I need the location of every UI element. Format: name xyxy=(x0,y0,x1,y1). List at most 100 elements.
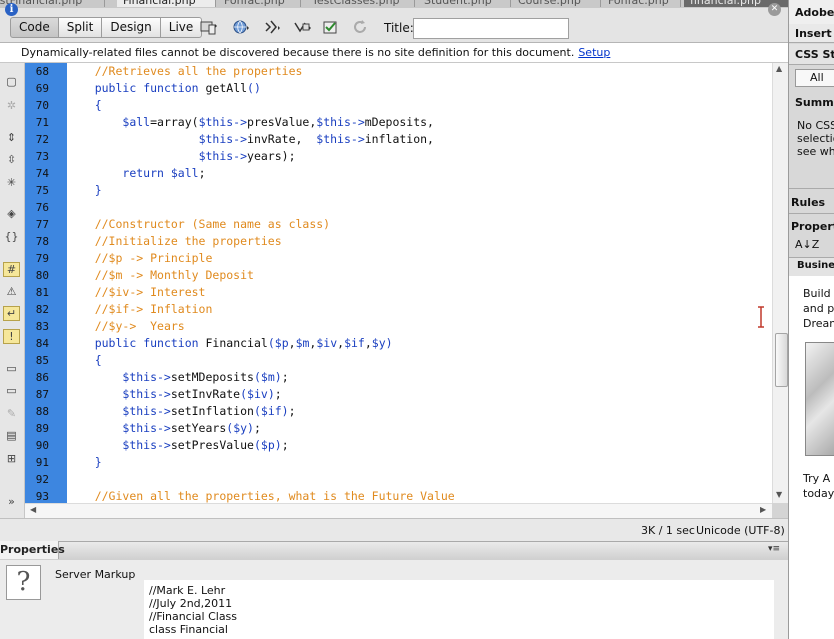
code-editor[interactable]: //Retrieves all the properties public fu… xyxy=(67,63,772,503)
scroll-left-icon[interactable]: ◀ xyxy=(30,505,36,514)
file-tab[interactable]: Fonfac.php xyxy=(218,0,301,7)
code-line[interactable]: $this->setPresValue($p); xyxy=(67,437,288,454)
move-css-icon[interactable]: ⊞ xyxy=(4,452,19,465)
code-line[interactable]: //Given all the properties, what is the … xyxy=(67,488,455,503)
vertical-scrollbar[interactable] xyxy=(772,63,789,503)
css-styles-tab[interactable]: CSS Styl xyxy=(795,48,834,61)
code-line[interactable]: $this->setInflation($if); xyxy=(67,403,295,420)
scroll-down-icon[interactable]: ▼ xyxy=(776,490,782,499)
code-line[interactable]: } xyxy=(67,182,102,199)
code-line[interactable]: //$iv-> Interest xyxy=(67,284,206,301)
document-title-input[interactable] xyxy=(413,18,569,39)
all-button[interactable]: All xyxy=(795,69,834,87)
file-tab[interactable]: Financial.php xyxy=(117,0,216,7)
file-tab[interactable]: TestClasses.php xyxy=(306,0,415,7)
sort-az-icon[interactable]: A↓Z xyxy=(795,238,819,251)
download-size: 3K / 1 sec xyxy=(641,524,695,537)
apply-comment-icon[interactable]: ▭ xyxy=(4,362,19,375)
word-wrap-icon[interactable]: ↵ xyxy=(3,306,20,321)
more-icon[interactable]: » xyxy=(4,495,19,508)
show-code-navigator-icon[interactable]: ✲ xyxy=(4,99,19,112)
close-icon[interactable]: ✕ xyxy=(768,3,781,16)
expand-all-icon[interactable]: ✳ xyxy=(4,176,19,189)
code-line[interactable]: $all=array($this->presValue,$this->mDepo… xyxy=(67,114,434,131)
business-panel xyxy=(789,276,834,639)
line-number: 77 xyxy=(35,218,49,231)
insert-tab[interactable]: Insert xyxy=(795,27,832,40)
text-cursor-icon xyxy=(758,306,764,328)
file-tab[interactable]: Student.php xyxy=(418,0,511,7)
visual-aids-icon[interactable] xyxy=(294,19,312,35)
scroll-up-icon[interactable]: ▲ xyxy=(776,64,782,73)
encoding-indicator: Unicode (UTF-8) xyxy=(696,524,785,537)
business-tab[interactable]: Business xyxy=(797,260,834,271)
view-buttons: Code Split Design Live xyxy=(10,17,203,38)
file-management-icon[interactable] xyxy=(264,19,282,35)
file-tab[interactable]: Course.php xyxy=(512,0,601,7)
line-number: 91 xyxy=(35,456,49,469)
preview-browser-icon[interactable] xyxy=(232,19,250,35)
line-number-gutter: 68 69 70 71 72 73 74 75 76 77 78 79 80 81 82 83 84 85 86 87… xyxy=(25,63,67,503)
syntax-error-alerts-icon[interactable]: ! xyxy=(3,329,20,344)
code-line[interactable]: $this->years); xyxy=(67,148,296,165)
horizontal-scrollbar[interactable] xyxy=(25,503,772,518)
code-line[interactable]: { xyxy=(67,97,102,114)
live-view-button[interactable]: Live xyxy=(159,17,203,38)
adobe-panel-title[interactable]: Adobe B xyxy=(795,6,834,19)
vertical-scroll-thumb[interactable] xyxy=(775,333,788,387)
line-number: 74 xyxy=(35,167,49,180)
code-line[interactable]: $this->setYears($y); xyxy=(67,420,261,437)
select-parent-tag-icon[interactable]: ◈ xyxy=(4,207,19,220)
code-line[interactable]: //$y-> Years xyxy=(67,318,185,335)
all-button-label: All xyxy=(810,71,824,84)
line-number: 79 xyxy=(35,252,49,265)
code-line[interactable]: //Retrieves all the properties xyxy=(67,63,303,80)
code-line[interactable]: return $all; xyxy=(67,165,205,182)
code-line[interactable]: //Constructor (Same name as class) xyxy=(67,216,330,233)
code-line[interactable]: $this->invRate, $this->inflation, xyxy=(67,131,434,148)
promo-text: Dream xyxy=(803,317,834,330)
balance-braces-icon[interactable]: {} xyxy=(4,230,19,243)
line-number: 87 xyxy=(35,388,49,401)
remove-comment-icon[interactable]: ▭ xyxy=(4,384,19,397)
line-numbers-icon[interactable]: # xyxy=(3,262,20,277)
recent-snippets-icon[interactable]: ▤ xyxy=(4,429,19,442)
code-line[interactable]: //$p -> Principle xyxy=(67,250,213,267)
code-line[interactable]: } xyxy=(67,454,102,471)
line-number: 70 xyxy=(35,99,49,112)
scroll-right-icon[interactable]: ▶ xyxy=(760,505,766,514)
panel-options-icon[interactable]: ▾≡ xyxy=(768,544,780,554)
code-view-button[interactable]: Code xyxy=(10,17,59,38)
collapse-full-tag-icon[interactable]: ⇕ xyxy=(4,131,19,144)
collapse-selection-icon[interactable]: ⇳ xyxy=(4,153,19,166)
properties-tab[interactable]: Properties xyxy=(0,541,65,559)
info-message: Dynamically-related files cannot be disc… xyxy=(21,46,611,59)
code-line[interactable]: { xyxy=(67,352,102,369)
file-tab[interactable]: Fonfac.php xyxy=(602,0,681,7)
setup-link[interactable]: Setup xyxy=(578,46,610,59)
refresh-icon[interactable] xyxy=(352,19,370,35)
code-line[interactable]: //$if-> Inflation xyxy=(67,301,213,318)
design-view-button[interactable]: Design xyxy=(101,17,161,38)
code-line[interactable]: //$m -> Monthly Deposit xyxy=(67,267,254,284)
no-css-text: No CSS xyxy=(797,119,834,132)
code-line[interactable]: public function getAll() xyxy=(67,80,261,97)
code-line[interactable]: public function Financial($p,$m,$iv,$if,… xyxy=(67,335,393,352)
split-view-button[interactable]: Split xyxy=(57,17,103,38)
multiscreen-icon[interactable] xyxy=(200,19,218,35)
line-number: 78 xyxy=(35,235,49,248)
promo-text: Build xyxy=(803,287,831,300)
line-number: 75 xyxy=(35,184,49,197)
coding-toolbar: ▢ ✲ ⇕ ⇳ ✳ ◈ {} # ⚠ ↵ ! ▭ ▭ ✎ ▤ ⊞ » xyxy=(0,63,25,518)
open-documents-icon[interactable]: ▢ xyxy=(4,75,19,88)
code-line[interactable]: $this->setInvRate($iv); xyxy=(67,386,281,403)
wrap-tag-icon[interactable]: ✎ xyxy=(4,407,19,420)
code-line[interactable]: $this->setMDeposits($m); xyxy=(67,369,288,386)
validate-markup-icon[interactable] xyxy=(322,19,340,35)
line-number: 86 xyxy=(35,371,49,384)
promo-text: today xyxy=(803,487,834,500)
summary-label: Summary xyxy=(795,96,834,109)
highlight-invalid-code-icon[interactable]: ⚠ xyxy=(4,285,19,298)
code-line[interactable]: //Initialize the properties xyxy=(67,233,282,250)
snippet-line: //July 2nd,2011 xyxy=(149,597,233,610)
